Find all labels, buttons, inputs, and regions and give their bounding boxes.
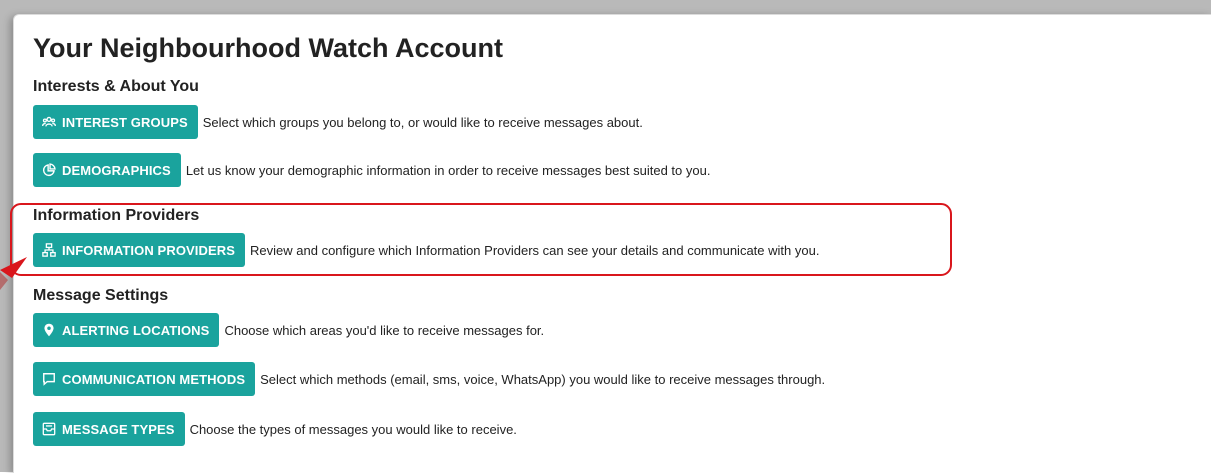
demographics-description: Let us know your demographic information… — [185, 162, 711, 178]
interest-groups-row: INTEREST GROUPS Select which groups you … — [33, 105, 643, 139]
arrow-annotation-icon — [0, 257, 27, 290]
page-title: Your Neighbourhood Watch Account — [33, 33, 503, 63]
alerting-locations-row: ALERTING LOCATIONS Choose which areas yo… — [33, 313, 544, 347]
section-heading-interests: Interests & About You — [33, 78, 199, 95]
demographics-button[interactable]: DEMOGRAPHICS — [33, 153, 181, 187]
message-types-label: MESSAGE TYPES — [62, 421, 175, 437]
communication-methods-button[interactable]: COMMUNICATION METHODS — [33, 362, 256, 396]
interest-groups-description: Select which groups you belong to, or wo… — [202, 114, 643, 130]
alerting-locations-button[interactable]: ALERTING LOCATIONS — [33, 313, 220, 347]
section-heading-message-settings: Message Settings — [33, 287, 169, 304]
alerting-locations-description: Choose which areas you'd like to receive… — [224, 322, 545, 338]
chat-bubble-icon — [42, 372, 56, 386]
map-pin-icon — [42, 323, 56, 337]
interest-groups-label: INTEREST GROUPS — [62, 114, 188, 130]
message-types-button[interactable]: MESSAGE TYPES — [33, 412, 185, 446]
communication-methods-description: Select which methods (email, sms, voice,… — [260, 371, 826, 387]
communication-methods-row: COMMUNICATION METHODS Select which metho… — [33, 362, 825, 396]
message-types-description: Choose the types of messages you would l… — [189, 421, 517, 437]
users-group-icon — [42, 115, 56, 129]
demographics-label: DEMOGRAPHICS — [62, 162, 171, 178]
message-types-row: MESSAGE TYPES Choose the types of messag… — [33, 412, 517, 446]
alerting-locations-label: ALERTING LOCATIONS — [62, 322, 210, 338]
chart-pie-icon — [42, 163, 56, 177]
communication-methods-label: COMMUNICATION METHODS — [62, 371, 246, 387]
screenshot-frame: Your Neighbourhood Watch Account Interes… — [0, 0, 1211, 473]
demographics-row: DEMOGRAPHICS Let us know your demographi… — [33, 153, 710, 187]
interest-groups-button[interactable]: INTEREST GROUPS — [33, 105, 198, 139]
highlight-annotation — [10, 203, 952, 276]
inbox-icon — [42, 422, 56, 436]
